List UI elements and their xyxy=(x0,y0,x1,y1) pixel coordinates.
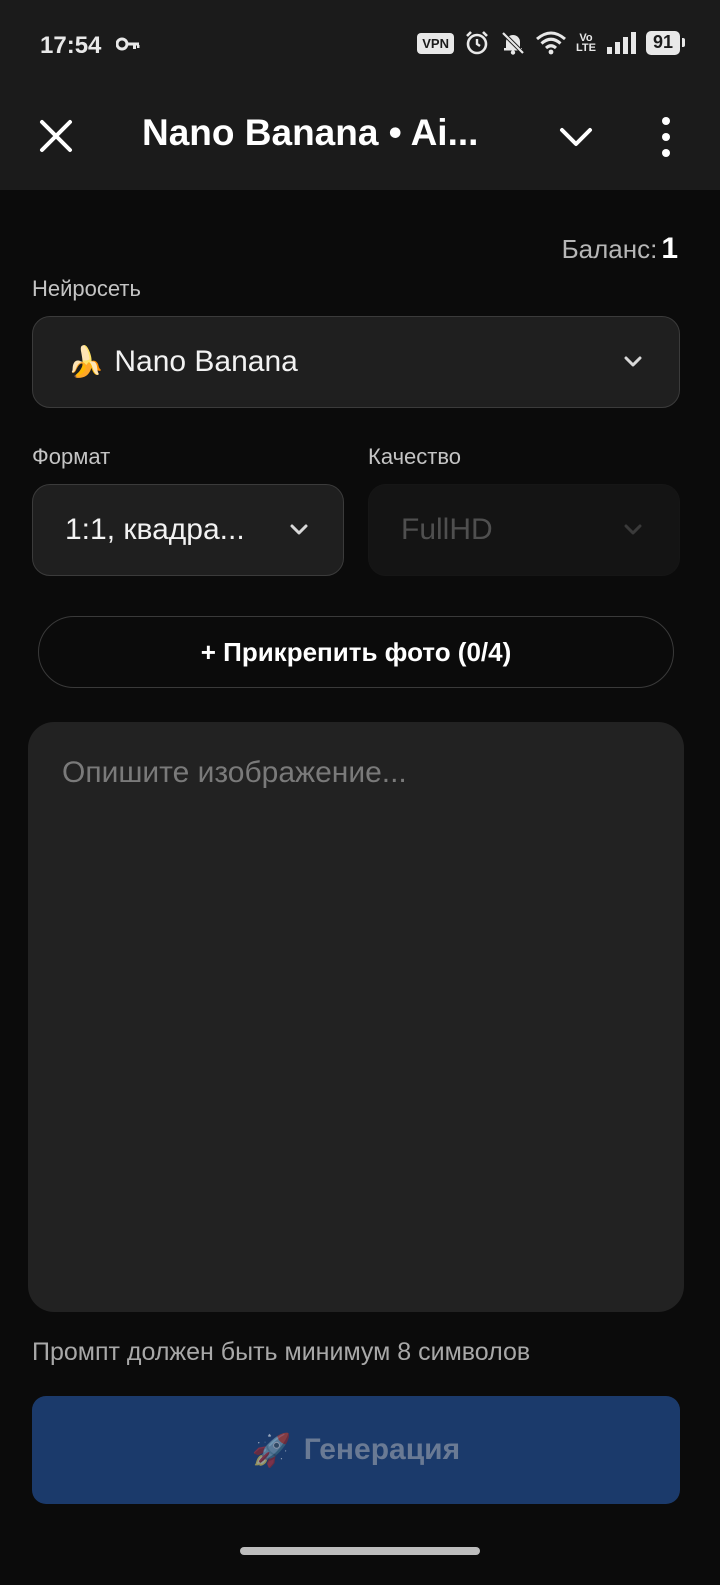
status-icons: VPN Vo LTE 91 xyxy=(417,30,686,56)
format-select[interactable]: 1:1, квадра... xyxy=(32,484,344,576)
format-label: Формат xyxy=(32,444,111,469)
quality-label: Качество xyxy=(368,444,462,469)
page-title: Nano Banana • Ai... xyxy=(142,112,479,153)
generate-button[interactable]: 🚀 Генерация xyxy=(32,1396,680,1504)
volte-indicator: Vo LTE xyxy=(576,32,596,54)
generate-label: Генерация xyxy=(303,1433,461,1466)
alarm-icon xyxy=(466,31,488,55)
network-select[interactable]: 🍌 Nano Banana xyxy=(32,316,680,408)
quality-select[interactable]: FullHD xyxy=(368,484,680,576)
more-vertical-icon[interactable] xyxy=(648,112,684,162)
chevron-down-icon xyxy=(290,524,308,535)
vpn-badge: VPN xyxy=(417,32,454,54)
volte-bottom: LTE xyxy=(576,42,596,54)
key-icon xyxy=(116,37,140,51)
status-time: 17:54 xyxy=(40,32,102,59)
attach-photo-button[interactable]: + Прикрепить фото (0/4) xyxy=(38,616,674,688)
balance-value: 1 xyxy=(661,232,678,265)
home-gesture-handle[interactable] xyxy=(240,1547,480,1555)
prompt-hint: Промпт должен быть минимум 8 символов xyxy=(32,1338,531,1366)
format-value: 1:1, квадра... xyxy=(65,513,245,546)
chevron-down-icon xyxy=(624,524,642,535)
quality-value: FullHD xyxy=(401,513,493,546)
battery-indicator: 91 xyxy=(645,31,686,55)
network-value: Nano Banana xyxy=(114,345,298,378)
balance-label: Баланс: xyxy=(561,234,658,264)
close-icon[interactable] xyxy=(34,114,78,158)
bell-off-icon xyxy=(501,31,525,55)
network-label: Нейросеть xyxy=(32,276,141,301)
network-emoji: 🍌 xyxy=(67,345,105,379)
wifi-icon xyxy=(536,31,566,55)
signal-icon xyxy=(606,32,636,54)
app-header: Nano Banana • Ai... xyxy=(0,90,720,190)
prompt-input[interactable] xyxy=(28,722,684,1312)
chevron-down-icon[interactable] xyxy=(554,116,598,160)
rocket-icon: 🚀 xyxy=(251,1432,292,1468)
balance: Баланс: 1 xyxy=(562,232,678,266)
system-nav-bar xyxy=(0,1535,720,1585)
chevron-down-icon xyxy=(624,356,642,367)
status-bar: 17:54 VPN Vo LTE 91 xyxy=(0,0,720,90)
generator-form: Баланс: 1 Нейросеть 🍌 Nano Banana Формат … xyxy=(0,190,720,1535)
